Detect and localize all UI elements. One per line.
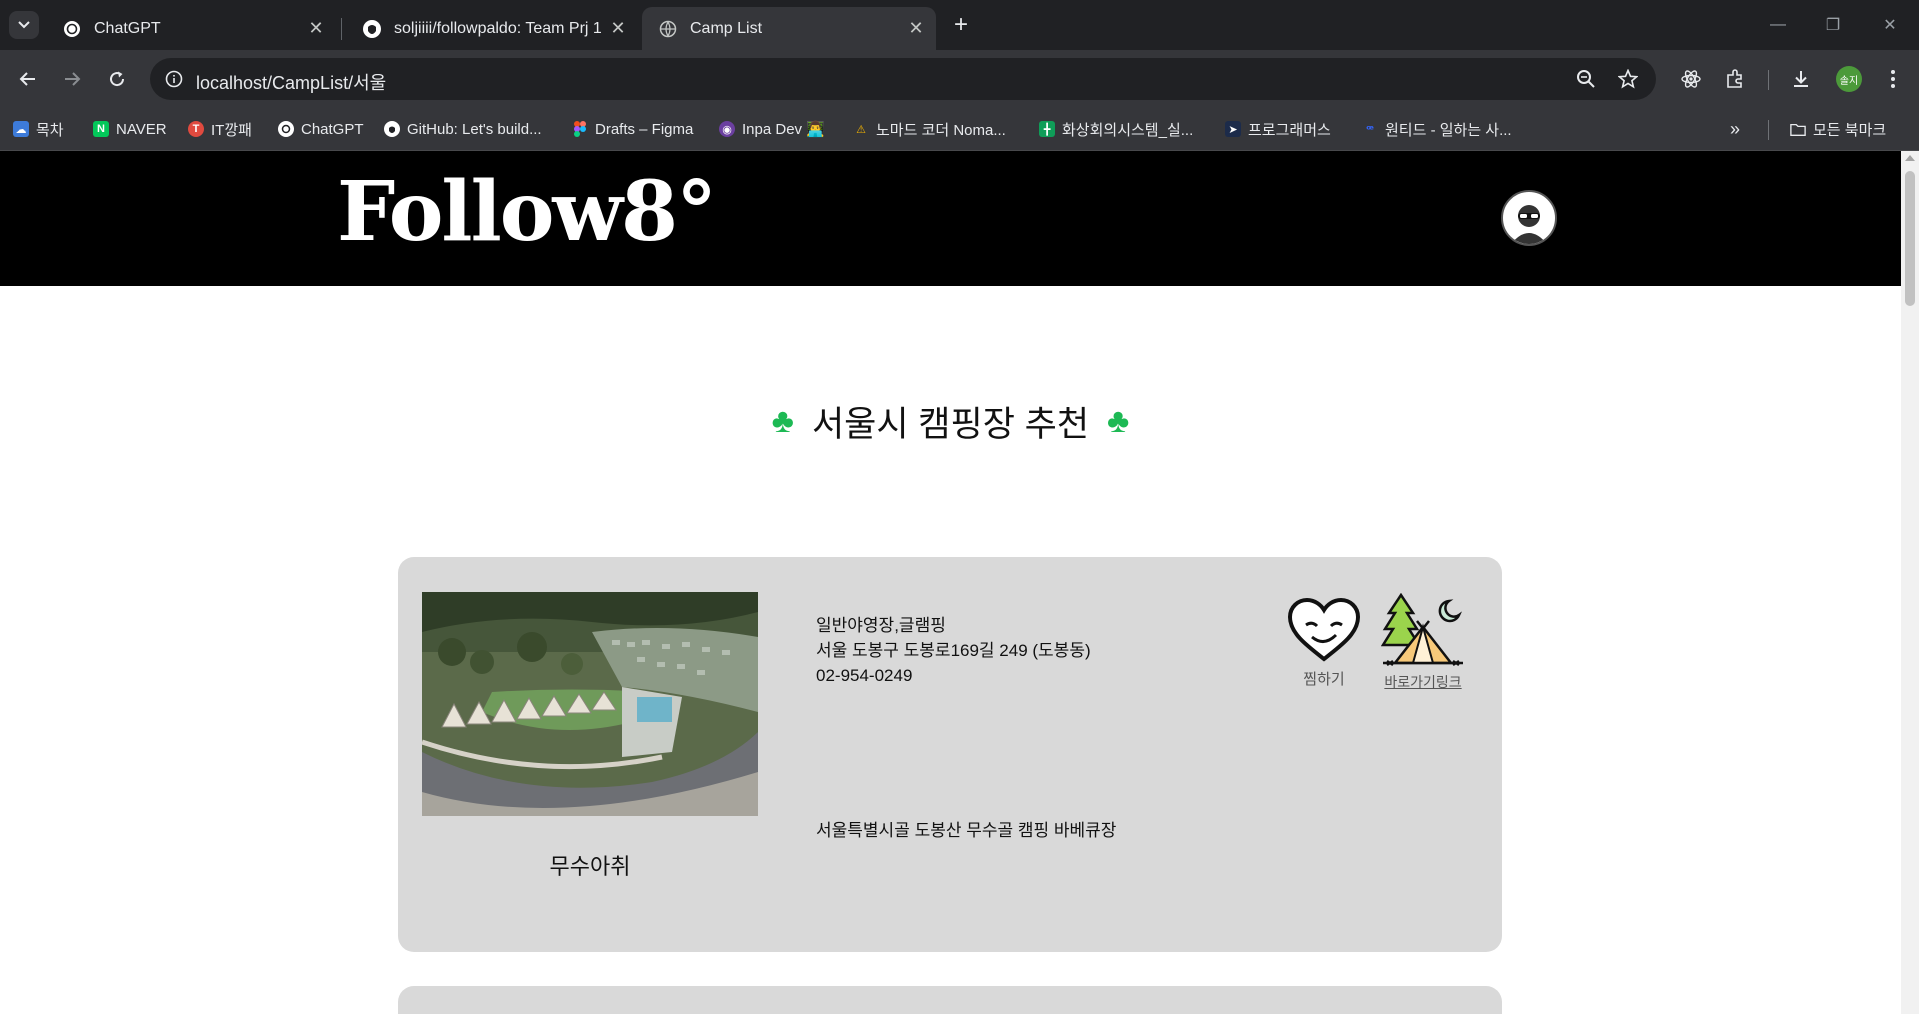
extensions-icon[interactable] [1720, 64, 1750, 94]
user-avatar-icon [1511, 205, 1547, 244]
figma-icon [572, 121, 588, 137]
bookmark-item[interactable]: T IT깡패 [188, 118, 252, 140]
new-tab-button[interactable]: + [948, 11, 974, 38]
camp-link[interactable]: 바로가기링크 [1380, 592, 1465, 692]
camping-tent-icon [1380, 592, 1463, 667]
toolbar-divider [1768, 70, 1769, 90]
tab-title: soljiiii/followpaldo: Team Prj 1 [394, 19, 602, 37]
clover-icon: ♣ [1107, 402, 1130, 440]
folder-icon [1790, 121, 1806, 137]
camp-card: 무수아취 일반야영장,글램핑 서울 도봉구 도봉로169길 249 (도봉동) … [398, 557, 1502, 952]
tab-separator [341, 18, 342, 40]
wish-button[interactable]: 찜하기 [1286, 597, 1362, 689]
close-window-icon[interactable]: ✕ [1870, 10, 1910, 40]
bookmark-item[interactable]: ◉ Inpa Dev 👨‍💻 [719, 118, 825, 140]
more-bookmarks-icon[interactable]: » [1730, 118, 1740, 140]
restore-icon[interactable]: ❐ [1813, 10, 1853, 40]
heart-icon [1287, 597, 1361, 662]
page-title: ♣ 서울시 캠핑장 추천 ♣ [771, 402, 1130, 444]
camp-address: 서울 도봉구 도봉로169길 249 (도봉동) [816, 641, 1091, 660]
profile-avatar[interactable]: 솔지 [1836, 66, 1862, 92]
bookmarks-bar: ☁ 목차 N NAVER T IT깡패 ChatGPT GitHub: Let's b… [0, 108, 1919, 151]
chatgpt-icon [278, 121, 294, 137]
bookmark-favicon-icon: ☁ [13, 121, 29, 137]
download-icon[interactable] [1786, 64, 1816, 94]
all-bookmarks-button[interactable]: 모든 북마크 [1790, 118, 1886, 140]
user-avatar[interactable] [1501, 190, 1557, 246]
close-tab-icon[interactable]: ✕ [904, 17, 928, 41]
tab-title: ChatGPT [94, 19, 161, 37]
browser-toolbar: localhost/CampList/서울 솔지 [0, 50, 1919, 108]
menu-kebab-icon[interactable] [1878, 64, 1908, 94]
bookmark-item[interactable]: ꟹ 원티드 - 일하는 사... [1362, 118, 1511, 140]
site-info-icon[interactable] [162, 67, 186, 91]
github-icon [362, 19, 382, 39]
tab-title: Camp List [690, 19, 763, 37]
scrollbar-thumb[interactable] [1905, 171, 1915, 306]
bookmark-item[interactable]: ➤ 프로그래머스 [1225, 118, 1331, 140]
bookmark-item[interactable]: ChatGPT [278, 118, 364, 140]
github-icon [384, 121, 400, 137]
bookmark-item[interactable]: ☁ 목차 [13, 118, 64, 140]
minimize-icon[interactable]: — [1758, 10, 1798, 40]
warning-icon: ⚠ [856, 123, 866, 136]
bookmark-favicon-icon: ╋ [1039, 121, 1055, 137]
wish-label: 찜하기 [1303, 671, 1345, 688]
bookmark-item[interactable]: N NAVER [93, 118, 167, 140]
site-header: Follow8° [0, 151, 1901, 286]
forward-button[interactable] [57, 64, 87, 94]
site-logo[interactable]: Follow8° [337, 171, 717, 253]
camp-type: 일반야영장,글램핑 [816, 616, 946, 635]
bookmark-favicon-icon: ꟹ [1366, 123, 1374, 136]
camp-description: 서울특별시골 도봉산 무수골 캠핑 바베큐장 [816, 821, 1117, 840]
tab-bar: ChatGPT ✕ soljiiii/followpaldo: Team Prj… [0, 0, 1919, 50]
address-bar[interactable]: localhost/CampList/서울 [150, 58, 1656, 100]
page-scrollbar[interactable] [1901, 151, 1919, 1014]
bookmark-item[interactable]: Drafts – Figma [572, 118, 693, 140]
camp-info: 일반야영장,글램핑 서울 도봉구 도봉로169길 249 (도봉동) 02-95… [816, 613, 1091, 688]
bookmark-item[interactable]: GitHub: Let's build... [384, 118, 542, 140]
bookmarks-divider [1768, 120, 1769, 140]
globe-icon [658, 19, 678, 39]
bookmark-favicon-icon: T [188, 121, 204, 137]
back-button[interactable] [13, 64, 43, 94]
tab-camp-list[interactable]: Camp List ✕ [642, 7, 936, 50]
close-tab-icon[interactable]: ✕ [304, 17, 328, 41]
tab-search-button[interactable] [9, 11, 39, 39]
naver-icon: N [93, 121, 109, 137]
bookmark-item[interactable]: ╋ 화상회의시스템_실... [1039, 118, 1193, 140]
clover-icon: ♣ [771, 402, 794, 440]
camp-card [398, 986, 1502, 1014]
bookmark-item[interactable]: ⚠ 노마드 코더 Noma... [853, 118, 1006, 140]
link-label[interactable]: 바로가기링크 [1381, 672, 1465, 692]
tab-github[interactable]: soljiiii/followpaldo: Team Prj 1 ✕ [346, 7, 638, 50]
scroll-up-icon[interactable] [1905, 155, 1915, 161]
bookmark-star-icon[interactable] [1616, 67, 1640, 91]
tab-chatgpt[interactable]: ChatGPT ✕ [46, 7, 336, 50]
bookmark-favicon-icon: ◉ [719, 121, 735, 137]
camp-photo[interactable] [422, 592, 758, 816]
url-text: localhost/CampList/서울 [196, 73, 387, 93]
react-devtools-icon[interactable] [1676, 64, 1706, 94]
chatgpt-icon [62, 19, 82, 39]
reload-button[interactable] [102, 64, 132, 94]
zoom-icon[interactable] [1574, 67, 1598, 91]
page-viewport: Follow8° ♣ 서울시 캠핑장 추천 ♣ 무수아취 일반야영장,글램핑 서… [0, 151, 1901, 1014]
close-tab-icon[interactable]: ✕ [606, 17, 630, 41]
camp-phone: 02-954-0249 [816, 666, 913, 685]
bookmark-favicon-icon: ➤ [1225, 121, 1241, 137]
camp-name: 무수아취 [549, 854, 631, 879]
